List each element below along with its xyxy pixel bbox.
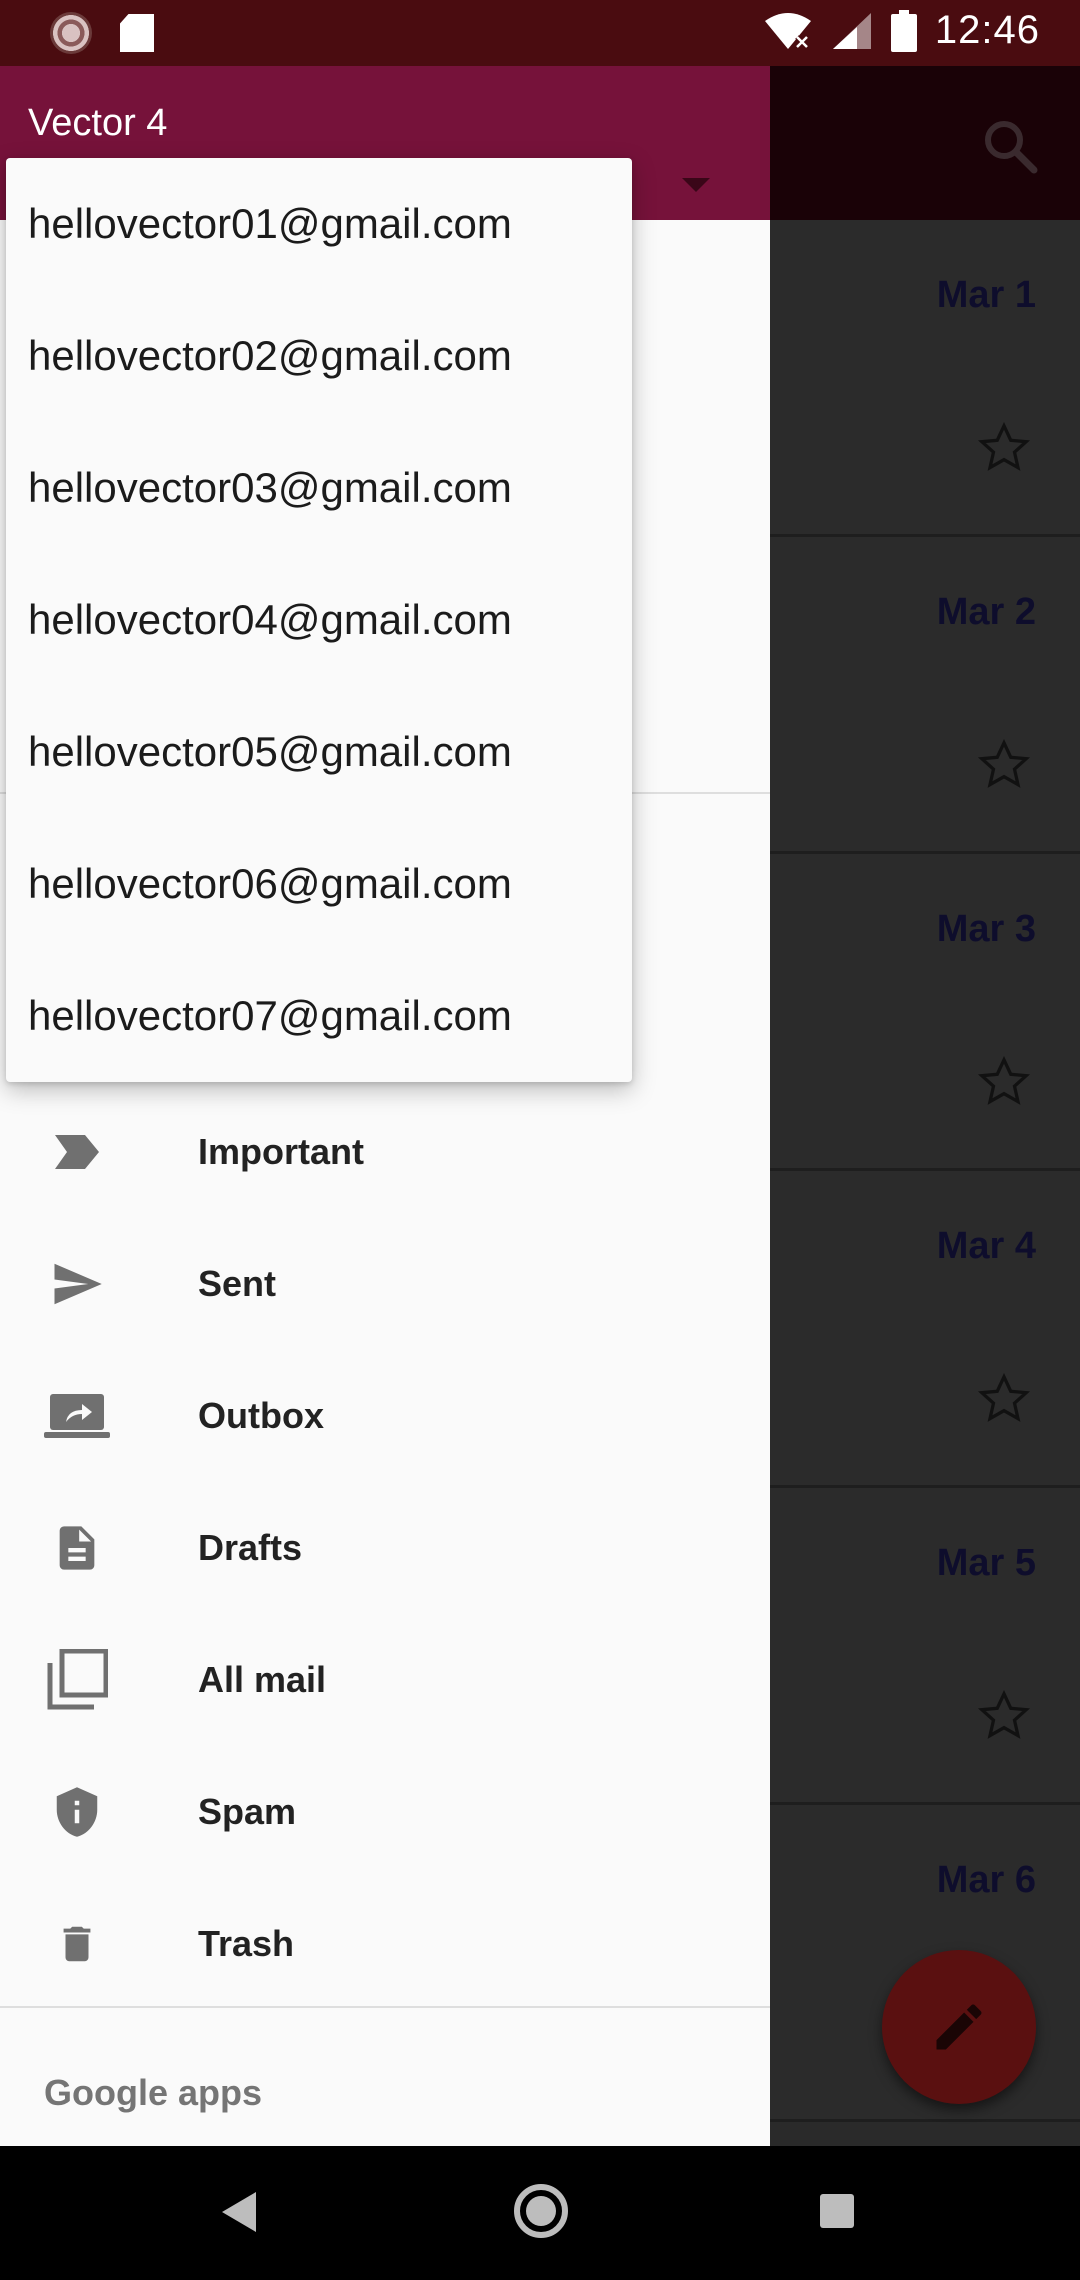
signal-icon [832, 12, 871, 49]
account-dropdown: hellovector01@gmail.com hellovector02@gm… [6, 158, 632, 1082]
status-right: 12:46 [763, 8, 1040, 53]
account-option[interactable]: hellovector06@gmail.com [6, 818, 632, 950]
drawer-item-label: Outbox [198, 1395, 324, 1436]
drawer-item-all-mail[interactable]: All mail [0, 1614, 770, 1746]
spam-icon [42, 1777, 112, 1847]
important-icon [42, 1117, 112, 1187]
drawer-item-label: All mail [198, 1659, 327, 1700]
drawer-item-drafts[interactable]: Drafts [0, 1482, 770, 1614]
send-icon [42, 1249, 112, 1319]
mail-date: Mar 2 [936, 591, 1036, 633]
account-option[interactable]: hellovector05@gmail.com [6, 686, 632, 818]
search-icon[interactable] [980, 116, 1040, 176]
drawer-item-important[interactable]: Important [0, 1086, 770, 1218]
outbox-icon [42, 1381, 112, 1451]
recent-apps-icon[interactable] [820, 2194, 854, 2228]
drawer-item-label: Drafts [198, 1527, 303, 1568]
mail-date: Mar 3 [936, 908, 1036, 950]
status-left [50, 12, 154, 54]
account-option[interactable]: hellovector02@gmail.com [6, 290, 632, 422]
drawer-item-trash[interactable]: Trash [0, 1878, 770, 2010]
wifi-icon [764, 12, 811, 49]
account-option[interactable]: hellovector01@gmail.com [6, 158, 632, 290]
drafts-icon [42, 1513, 112, 1583]
star-icon[interactable] [976, 1371, 1032, 1427]
drawer-item-sent[interactable]: Sent [0, 1218, 770, 1350]
drawer-nav-list: Important Sent Outbox Drafts All mail Sp… [0, 1086, 770, 2010]
drawer-item-label: Trash [198, 1923, 295, 1964]
account-option[interactable]: hellovector07@gmail.com [6, 950, 632, 1082]
system-nav-bar [0, 2146, 1080, 2280]
mail-date: Mar 6 [936, 1859, 1036, 1901]
edit-pencil-icon [936, 2004, 982, 2050]
account-name: Vector 4 [28, 102, 168, 144]
star-icon[interactable] [976, 737, 1032, 793]
home-icon[interactable] [514, 2184, 568, 2238]
star-icon[interactable] [976, 1054, 1032, 1110]
drawer-item-outbox[interactable]: Outbox [0, 1350, 770, 1482]
all-mail-icon [42, 1645, 112, 1715]
account-option[interactable]: hellovector04@gmail.com [6, 554, 632, 686]
compose-button[interactable] [882, 1950, 1036, 2104]
battery-icon [890, 9, 917, 52]
status-bar: 12:46 [0, 0, 1080, 66]
account-option[interactable]: hellovector03@gmail.com [6, 422, 632, 554]
trash-icon [42, 1909, 112, 1979]
back-icon[interactable] [222, 2192, 256, 2232]
mail-date: Mar 4 [936, 1225, 1036, 1267]
dropdown-caret-icon[interactable] [682, 178, 710, 192]
mail-date: Mar 1 [936, 274, 1036, 316]
drawer-item-label: Sent [198, 1263, 277, 1304]
star-icon[interactable] [976, 420, 1032, 476]
drawer-item-label: Important [198, 1131, 364, 1172]
google-apps-section[interactable]: Google apps [44, 2072, 262, 2114]
sd-card-icon [120, 14, 154, 52]
mail-date: Mar 5 [936, 1542, 1036, 1584]
drawer-item-spam[interactable]: Spam [0, 1746, 770, 1878]
status-time: 12:46 [934, 8, 1040, 52]
star-icon[interactable] [976, 1688, 1032, 1744]
app-notification-icon [50, 12, 92, 54]
drawer-item-label: Spam [198, 1791, 297, 1832]
divider [0, 2006, 770, 2008]
